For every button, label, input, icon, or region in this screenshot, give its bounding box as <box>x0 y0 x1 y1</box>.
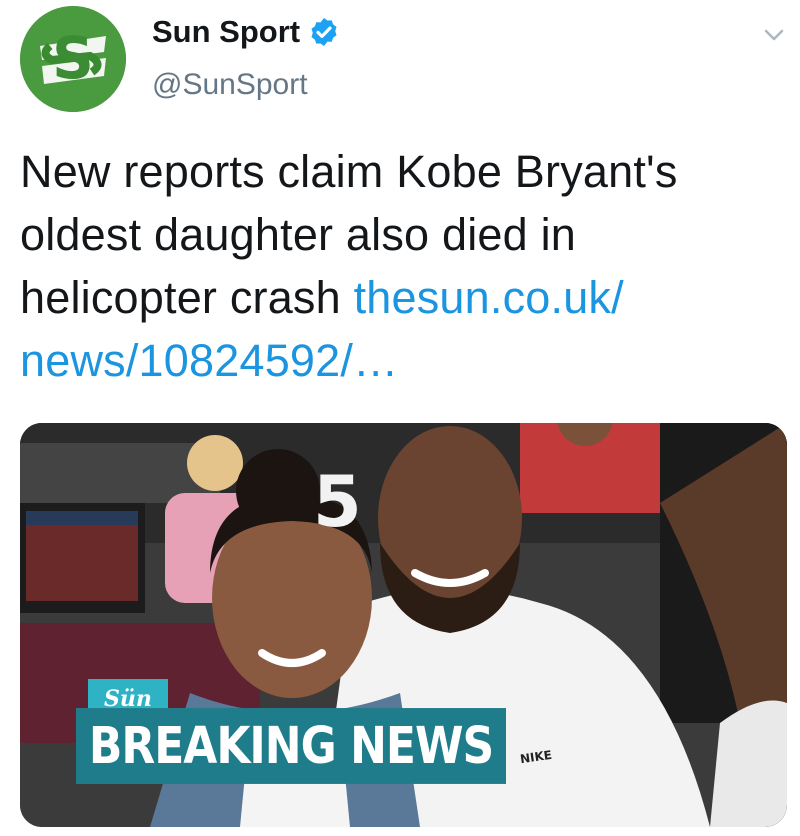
tweet-media-image[interactable]: 5 Sün BREAKING NEWS NIKE <box>20 423 787 827</box>
sun-sport-logo: S <box>20 6 126 112</box>
avatar[interactable]: S <box>20 6 126 112</box>
avatar-letter: S <box>52 24 94 92</box>
display-name-text: Sun Sport <box>152 14 301 49</box>
jersey-number: 5 <box>313 461 362 543</box>
verified-badge-icon <box>311 18 337 46</box>
breaking-news-banner: BREAKING NEWS <box>76 708 506 784</box>
account-handle[interactable]: @SunSport <box>152 68 308 102</box>
chevron-down-icon[interactable] <box>760 24 788 46</box>
display-name[interactable]: Sun Sport <box>152 14 340 50</box>
tweet-text: New reports claim Kobe Bryant's oldest d… <box>20 140 780 392</box>
tweet-card: S Sun Sport @SunSport New reports claim … <box>0 0 800 836</box>
